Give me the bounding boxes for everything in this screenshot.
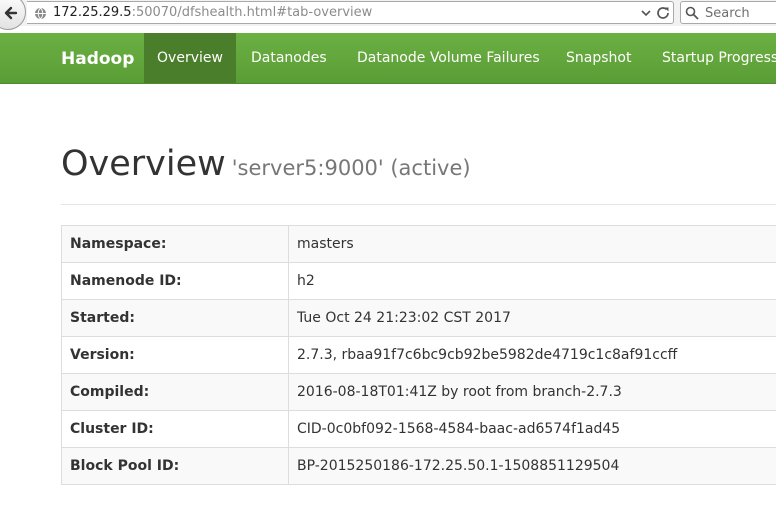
url-path: :50070/dfshealth.html#tab-overview: [131, 5, 373, 20]
row-label: Compiled:: [61, 373, 289, 411]
row-value: Tue Oct 24 21:23:02 CST 2017: [288, 299, 776, 337]
back-arrow-icon: [4, 6, 18, 20]
row-label: Cluster ID:: [61, 410, 289, 448]
search-placeholder: Search: [705, 6, 750, 21]
table-row: Block Pool ID: BP-2015250186-172.25.50.1…: [61, 447, 776, 485]
page-title: Overview'server5:9000' (active): [61, 144, 471, 184]
table-row: Version: 2.7.3, rbaa91f7c6bc9cb92be5982d…: [61, 336, 776, 374]
nav-tab-startup-progress[interactable]: Startup Progress: [662, 33, 776, 83]
row-value: h2: [288, 262, 776, 300]
brand-logo[interactable]: Hadoop: [61, 49, 134, 69]
page-subtitle: 'server5:9000' (active): [231, 156, 471, 180]
row-label: Started:: [61, 299, 289, 337]
table-row: Namenode ID: h2: [61, 262, 776, 300]
nav-tab-snapshot[interactable]: Snapshot: [566, 33, 631, 83]
url-host: 172.25.29.5: [53, 5, 132, 20]
chevron-down-icon[interactable]: [639, 4, 653, 22]
back-button[interactable]: [0, 0, 26, 30]
row-value: 2016-08-18T01:41Z by root from branch-2.…: [288, 373, 776, 411]
globe-icon: [35, 7, 46, 20]
table-row: Cluster ID: CID-0c0bf092-1568-4584-baac-…: [61, 410, 776, 448]
page-title-text: Overview: [61, 144, 226, 184]
nav-tab-datanodes[interactable]: Datanodes: [251, 33, 327, 83]
table-row: Started: Tue Oct 24 21:23:02 CST 2017: [61, 299, 776, 337]
nav-tab-datanode-volume-failures[interactable]: Datanode Volume Failures: [357, 33, 540, 83]
header-divider: [61, 204, 776, 205]
url-input[interactable]: 172.25.29.5:50070/dfshealth.html#tab-ove…: [27, 1, 674, 24]
search-icon: [685, 6, 699, 20]
row-label: Version:: [61, 336, 289, 374]
table-row: Namespace: masters: [61, 225, 776, 263]
overview-table: Namespace: masters Namenode ID: h2 Start…: [61, 225, 776, 485]
row-label: Block Pool ID:: [61, 447, 289, 485]
row-label: Namespace:: [61, 225, 289, 263]
reload-icon[interactable]: [655, 5, 671, 21]
row-label: Namenode ID:: [61, 262, 289, 300]
nav-tab-overview[interactable]: Overview: [144, 33, 236, 83]
row-value: 2.7.3, rbaa91f7c6bc9cb92be5982de4719c1c8…: [288, 336, 776, 374]
row-value: BP-2015250186-172.25.50.1-1508851129504: [288, 447, 776, 485]
search-input[interactable]: Search: [680, 1, 776, 24]
url-text: 172.25.29.5:50070/dfshealth.html#tab-ove…: [53, 5, 372, 20]
table-row: Compiled: 2016-08-18T01:41Z by root from…: [61, 373, 776, 411]
navbar: Hadoop Overview Datanodes Datanode Volum…: [0, 33, 776, 84]
row-value: masters: [288, 225, 776, 263]
row-value: CID-0c0bf092-1568-4584-baac-ad6574f1ad45: [288, 410, 776, 448]
browser-toolbar: 172.25.29.5:50070/dfshealth.html#tab-ove…: [0, 0, 776, 30]
